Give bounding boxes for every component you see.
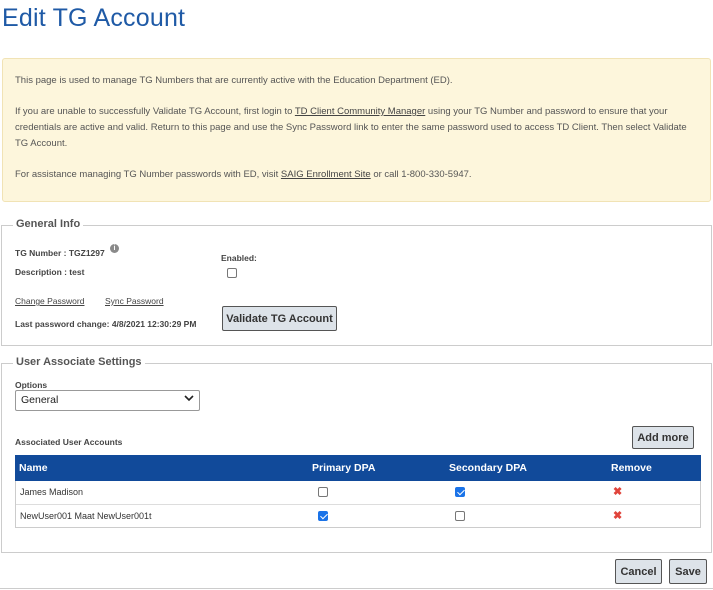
saig-enrollment-link[interactable]: SAIG Enrollment Site bbox=[281, 169, 371, 180]
secondary-dpa-checkbox[interactable] bbox=[455, 511, 465, 521]
validate-tg-account-button[interactable]: Validate TG Account bbox=[222, 306, 337, 331]
enabled-checkbox[interactable] bbox=[227, 268, 237, 278]
remove-icon[interactable]: ✖ bbox=[613, 509, 622, 522]
info-line-3: For assistance managing TG Number passwo… bbox=[15, 169, 472, 180]
sync-password-link[interactable]: Sync Password bbox=[105, 296, 164, 306]
info-icon[interactable]: i bbox=[110, 244, 119, 253]
user-associate-settings-legend: User Associate Settings bbox=[13, 356, 145, 368]
tg-number-label: TG Number : TGZ1297 bbox=[15, 248, 105, 258]
info-line-2: If you are unable to successfully Valida… bbox=[15, 106, 687, 149]
info-line-1: This page is used to manage TG Numbers t… bbox=[15, 75, 453, 86]
description-label: Description : test bbox=[15, 267, 85, 277]
user-name: James Madison bbox=[20, 487, 84, 497]
column-header-name: Name bbox=[19, 462, 48, 474]
options-selected-value: General bbox=[21, 394, 59, 406]
primary-dpa-checkbox[interactable] bbox=[318, 487, 328, 497]
user-associate-settings-section: User Associate Settings Options General … bbox=[1, 356, 712, 553]
column-header-remove: Remove bbox=[611, 462, 652, 474]
general-info-legend: General Info bbox=[13, 218, 84, 230]
table-row: NewUser001 Maat NewUser001t ✖ bbox=[16, 504, 700, 527]
enabled-label: Enabled: bbox=[221, 253, 257, 263]
table-row: James Madison ✖ bbox=[16, 481, 700, 504]
associated-accounts-label: Associated User Accounts bbox=[15, 437, 123, 447]
cancel-button[interactable]: Cancel bbox=[615, 559, 662, 584]
associated-users-table: Name Primary DPA Secondary DPA Remove Ja… bbox=[15, 455, 701, 528]
add-more-button[interactable]: Add more bbox=[632, 426, 694, 449]
chevron-down-icon bbox=[184, 393, 194, 406]
last-password-change: Last password change: 4/8/2021 12:30:29 … bbox=[15, 319, 197, 329]
td-client-link[interactable]: TD Client Community Manager bbox=[295, 106, 425, 117]
options-select[interactable]: General bbox=[15, 390, 200, 411]
column-header-secondary-dpa: Secondary DPA bbox=[449, 462, 527, 474]
change-password-link[interactable]: Change Password bbox=[15, 296, 84, 306]
column-header-primary-dpa: Primary DPA bbox=[312, 462, 376, 474]
options-label: Options bbox=[15, 380, 48, 390]
secondary-dpa-checkbox[interactable] bbox=[455, 487, 465, 497]
remove-icon[interactable]: ✖ bbox=[613, 485, 622, 498]
page-title: Edit TG Account bbox=[2, 4, 186, 32]
table-header: Name Primary DPA Secondary DPA Remove bbox=[15, 455, 701, 481]
general-info-section: General Info TG Number : TGZ1297 i Descr… bbox=[1, 218, 712, 346]
save-button[interactable]: Save bbox=[669, 559, 707, 584]
user-name: NewUser001 Maat NewUser001t bbox=[20, 511, 152, 521]
primary-dpa-checkbox[interactable] bbox=[318, 511, 328, 521]
divider bbox=[0, 588, 713, 589]
info-panel: This page is used to manage TG Numbers t… bbox=[2, 58, 711, 202]
